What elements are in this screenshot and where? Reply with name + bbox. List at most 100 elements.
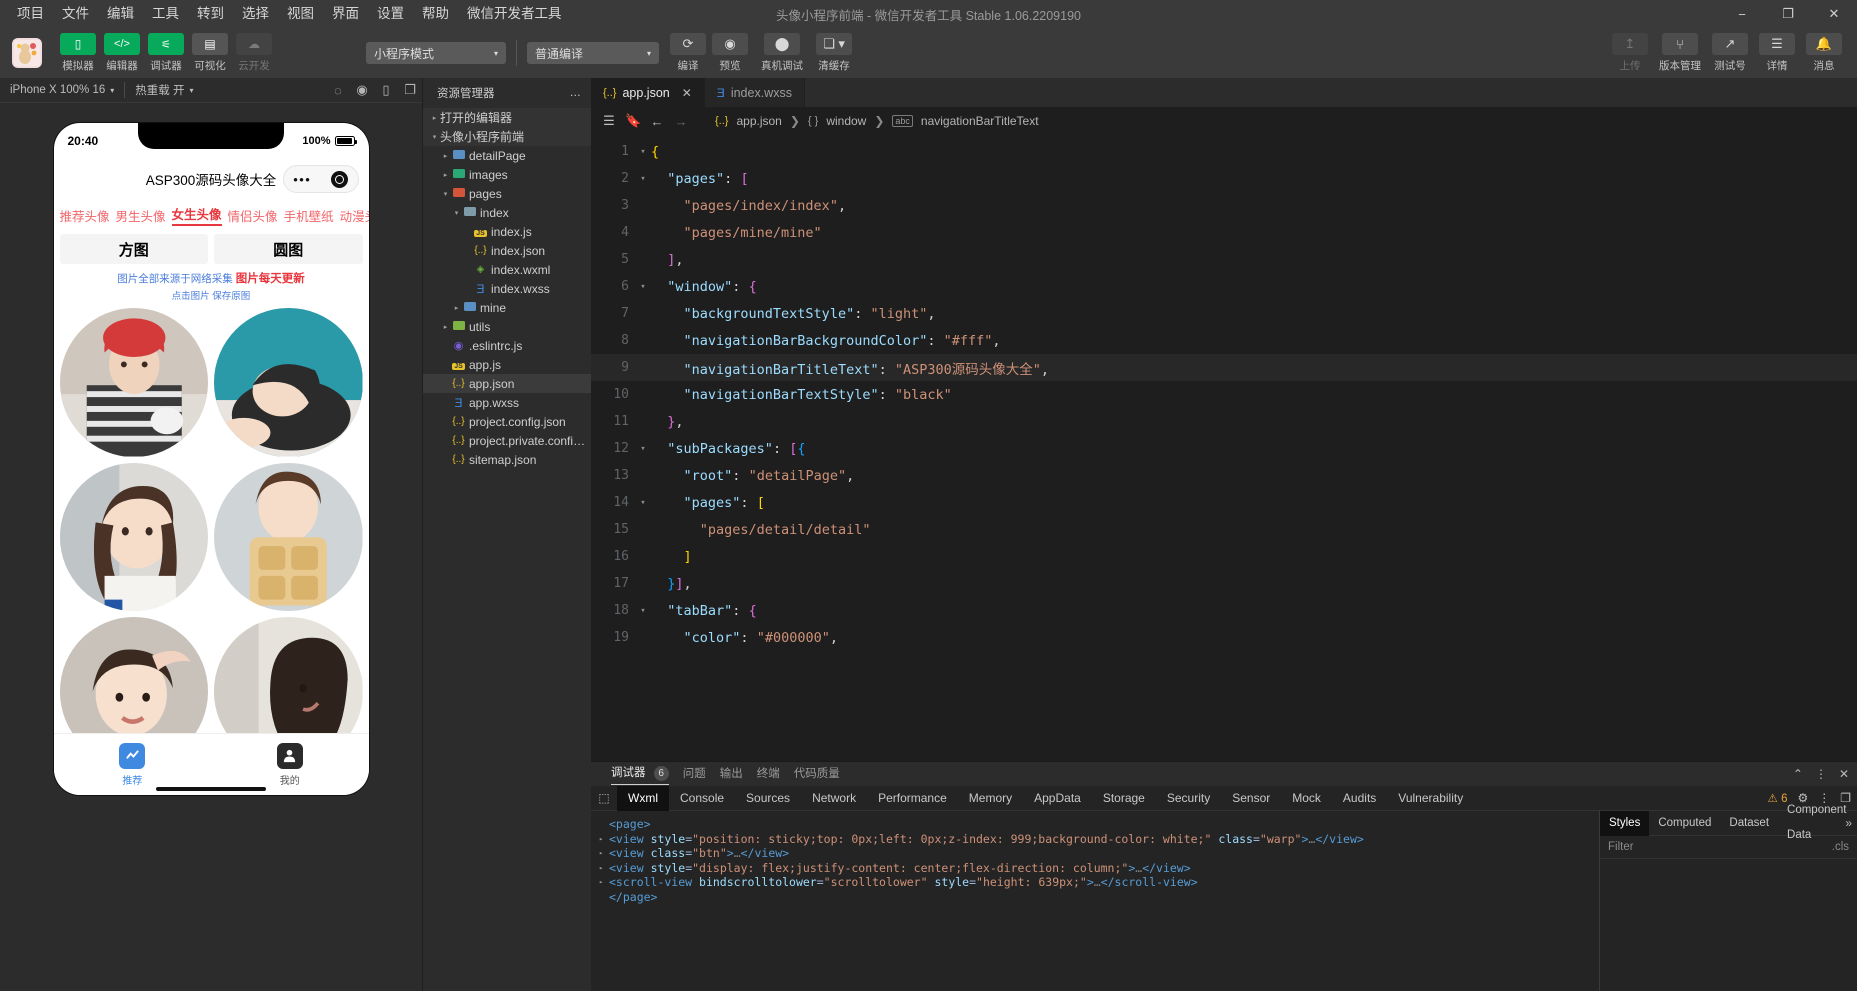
menu-item-4[interactable]: 转到 bbox=[188, 0, 233, 28]
editor-tab-app-json[interactable]: {..} app.json ✕ bbox=[591, 78, 705, 107]
messages-button[interactable]: 🔔 消息 bbox=[1806, 33, 1842, 73]
ellipsis-vertical-icon[interactable]: ⋮ bbox=[1815, 767, 1827, 781]
back-arrow-icon[interactable]: ← bbox=[649, 114, 665, 129]
fold-icon[interactable]: ▾ bbox=[635, 444, 651, 454]
toolbar-button-visualize[interactable]: ▤ 可视化 bbox=[192, 33, 228, 73]
devtools-tab-wxml[interactable]: Wxml bbox=[617, 786, 669, 811]
tabbar-item-recommend[interactable]: 推荐 bbox=[54, 734, 212, 795]
explorer-item-project-private-config-js-[interactable]: {..}project.private.config.js... bbox=[423, 431, 591, 450]
explorer-item-index-wxss[interactable]: Ǝindex.wxss bbox=[423, 279, 591, 298]
close-icon[interactable]: ✕ bbox=[682, 86, 692, 100]
menu-item-8[interactable]: 设置 bbox=[368, 0, 413, 28]
upload-button[interactable]: ↥ 上传 bbox=[1612, 33, 1648, 73]
fold-icon[interactable]: ▾ bbox=[635, 606, 651, 616]
devtools-tab-memory[interactable]: Memory bbox=[958, 786, 1023, 811]
code-line[interactable]: 9 "navigationBarTitleText": "ASP300源码头像大… bbox=[591, 354, 1857, 381]
explorer-item-app-wxss[interactable]: Ǝapp.wxss bbox=[423, 393, 591, 412]
category-tab-2[interactable]: 女生头像 bbox=[172, 204, 222, 226]
editor-tab-index-wxss[interactable]: Ǝ index.wxss bbox=[705, 78, 805, 107]
twisty-icon[interactable]: ▸ bbox=[440, 171, 451, 179]
avatar-item[interactable] bbox=[214, 463, 363, 612]
code-line[interactable]: 14▾ "pages": [ bbox=[591, 489, 1857, 516]
explorer-item-mine[interactable]: ▸mine bbox=[423, 298, 591, 317]
filter-input[interactable]: Filter bbox=[1608, 841, 1634, 853]
code-line[interactable]: 18▾ "tabBar": { bbox=[591, 597, 1857, 624]
project-avatar[interactable] bbox=[12, 38, 42, 68]
compile-button[interactable]: ⟳ 编译 bbox=[670, 33, 706, 73]
device-select[interactable]: iPhone X 100% 16 ▾ bbox=[0, 78, 124, 103]
fold-icon[interactable]: ▾ bbox=[635, 174, 651, 184]
devtools-tab-network[interactable]: Network bbox=[801, 786, 867, 811]
target-icon[interactable] bbox=[331, 171, 348, 188]
panel-tab-terminal[interactable]: 终端 bbox=[757, 765, 780, 784]
devtools-tab-console[interactable]: Console bbox=[669, 786, 735, 811]
styles-tab-styles[interactable]: Styles bbox=[1600, 811, 1649, 836]
toolbar-button-debugger[interactable]: ⚟ 调试器 bbox=[148, 33, 184, 73]
explorer-item-index-json[interactable]: {..}index.json bbox=[423, 241, 591, 260]
code-line[interactable]: 16 ] bbox=[591, 543, 1857, 570]
code-editor[interactable]: 1▾{2▾ "pages": [3 "pages/index/index",4 … bbox=[591, 134, 1857, 761]
category-tab-3[interactable]: 情侣头像 bbox=[228, 206, 278, 225]
explorer-item-project-config-json[interactable]: {..}project.config.json bbox=[423, 412, 591, 431]
twisty-icon[interactable]: ▾ bbox=[440, 190, 451, 198]
cursor-select-icon[interactable]: ⬚ bbox=[591, 791, 617, 805]
menu-item-3[interactable]: 工具 bbox=[143, 0, 188, 28]
code-line[interactable]: 17 }], bbox=[591, 570, 1857, 597]
avatar-item[interactable] bbox=[60, 463, 209, 612]
panel-tab-code-quality[interactable]: 代码质量 bbox=[794, 765, 840, 784]
wxml-node[interactable]: ▸<view style="display: flex;justify-cont… bbox=[599, 861, 1599, 876]
panel-tab-problems[interactable]: 问题 bbox=[683, 765, 706, 784]
code-line[interactable]: 19 "color": "#000000", bbox=[591, 624, 1857, 651]
code-line[interactable]: 10 "navigationBarTextStyle": "black" bbox=[591, 381, 1857, 408]
explorer-item-index-wxml[interactable]: ◈index.wxml bbox=[423, 260, 591, 279]
menu-item-2[interactable]: 编辑 bbox=[98, 0, 143, 28]
details-button[interactable]: ☰ 详情 bbox=[1759, 33, 1795, 73]
devtools-tab-performance[interactable]: Performance bbox=[867, 786, 958, 811]
explorer-item-images[interactable]: ▸images bbox=[423, 165, 591, 184]
twisty-icon[interactable]: ▸ bbox=[440, 323, 451, 331]
menu-item-6[interactable]: 视图 bbox=[278, 0, 323, 28]
toolbar-button-simulator[interactable]: ▯ 模拟器 bbox=[60, 33, 96, 73]
devtools-tab-audits[interactable]: Audits bbox=[1332, 786, 1387, 811]
hot-reload-select[interactable]: 热重载 开 ▾ bbox=[125, 78, 203, 103]
chevron-right-more-icon[interactable]: » bbox=[1845, 816, 1852, 830]
category-tab-0[interactable]: 推荐头像 bbox=[60, 206, 110, 225]
tabbar-item-mine[interactable]: 我的 bbox=[211, 734, 369, 795]
styles-tab-computed[interactable]: Computed bbox=[1649, 811, 1720, 836]
ellipsis-icon[interactable]: … bbox=[570, 87, 582, 99]
explorer-item-pages[interactable]: ▾pages bbox=[423, 184, 591, 203]
minimize-icon[interactable]: − bbox=[1719, 0, 1765, 28]
devtools-tab-vulnerability[interactable]: Vulnerability bbox=[1387, 786, 1474, 811]
devtools-tab-storage[interactable]: Storage bbox=[1092, 786, 1156, 811]
expand-arrow-icon[interactable]: ▸ bbox=[599, 878, 609, 886]
panel-tab-output[interactable]: 输出 bbox=[720, 765, 743, 784]
devtools-tab-appdata[interactable]: AppData bbox=[1023, 786, 1092, 811]
clear-cache-button[interactable]: ❏ ▾ 清缓存 bbox=[816, 33, 852, 73]
code-line[interactable]: 13 "root": "detailPage", bbox=[591, 462, 1857, 489]
wxml-node[interactable]: <page> bbox=[599, 817, 1599, 832]
fold-icon[interactable]: ▾ bbox=[635, 147, 651, 157]
devtools-tab-mock[interactable]: Mock bbox=[1281, 786, 1332, 811]
rotate-icon[interactable]: ◌ bbox=[326, 83, 350, 98]
fold-icon[interactable]: ▾ bbox=[635, 282, 651, 292]
avatar-item[interactable] bbox=[214, 308, 363, 457]
wxml-node[interactable]: ▸<view class="btn">…</view> bbox=[599, 846, 1599, 861]
devtools-tab-security[interactable]: Security bbox=[1156, 786, 1221, 811]
code-line[interactable]: 6▾ "window": { bbox=[591, 273, 1857, 300]
preview-button[interactable]: ◉ 预览 bbox=[712, 33, 748, 73]
code-line[interactable]: 4 "pages/mine/mine" bbox=[591, 219, 1857, 246]
copy-icon[interactable]: ❐ bbox=[398, 82, 422, 98]
shape-tab-square[interactable]: 方图 bbox=[60, 234, 209, 264]
explorer-item-app-json[interactable]: {..}app.json bbox=[423, 374, 591, 393]
expand-arrow-icon[interactable]: ▸ bbox=[599, 864, 609, 872]
wxml-node[interactable]: ▸<scroll-view bindscrolltolower="scrollt… bbox=[599, 875, 1599, 890]
explorer-item-detailpage[interactable]: ▸detailPage bbox=[423, 146, 591, 165]
styles-tab-dataset[interactable]: Dataset bbox=[1720, 811, 1778, 836]
ellipsis-icon[interactable]: ••• bbox=[293, 172, 311, 187]
menu-item-7[interactable]: 界面 bbox=[323, 0, 368, 28]
phone-icon[interactable]: ▯ bbox=[374, 82, 398, 98]
toolbar-button-editor[interactable]: </> 编辑器 bbox=[104, 33, 140, 73]
code-line[interactable]: 11 }, bbox=[591, 408, 1857, 435]
avatar-item[interactable] bbox=[60, 308, 209, 457]
close-icon[interactable]: ✕ bbox=[1811, 0, 1857, 28]
